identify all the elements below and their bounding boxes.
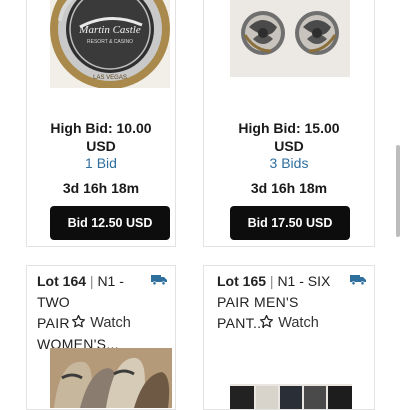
- coin-image[interactable]: Martin Castle RESORT & CASINO LAS VEGAS: [50, 0, 170, 88]
- bid-count-link[interactable]: 3 Bids: [204, 155, 374, 171]
- lot-title-line1: N1 - SIX: [277, 273, 331, 289]
- svg-text:RESORT & CASINO: RESORT & CASINO: [87, 39, 133, 45]
- lot-card-earrings[interactable]: High Bid: 15.00 USD 3 Bids 3d 16h 18m Bid…: [203, 0, 375, 247]
- bid-button[interactable]: Bid 17.50 USD: [230, 206, 350, 240]
- star-outline-icon: [72, 314, 86, 328]
- watch-button[interactable]: Watch: [204, 314, 374, 331]
- lot-title[interactable]: Lot 164 | N1 - TWO PAIR WOMEN'S...: [37, 271, 151, 355]
- lot-number: Lot 164: [37, 273, 87, 289]
- pants-image[interactable]: [230, 384, 352, 410]
- high-bid-label: High Bid: 10.00 USD: [50, 120, 152, 154]
- scrollbar-thumb[interactable]: [396, 145, 400, 237]
- high-bid-label: High Bid: 15.00 USD: [238, 120, 340, 154]
- time-left: 3d 16h 18m: [62, 180, 140, 196]
- lot-number: Lot 165: [217, 273, 267, 289]
- shoes-image[interactable]: [50, 348, 172, 408]
- bid-button[interactable]: Bid 12.50 USD: [50, 206, 170, 240]
- lot-card-coin[interactable]: Martin Castle RESORT & CASINO LAS VEGAS …: [26, 0, 176, 247]
- lot-card-165[interactable]: Lot 165 | N1 - SIX PAIR MEN'S PANT... Wa…: [203, 265, 375, 410]
- truck-icon: [350, 275, 366, 285]
- time-left: 3d 16h 18m: [250, 180, 328, 196]
- svg-text:LAS VEGAS: LAS VEGAS: [93, 75, 127, 81]
- earrings-image[interactable]: [230, 0, 350, 77]
- bid-count-link[interactable]: 1 Bid: [27, 155, 175, 171]
- truck-icon: [151, 275, 167, 285]
- star-outline-icon: [260, 314, 274, 328]
- lot-card-164[interactable]: Lot 164 | N1 - TWO PAIR WOMEN'S... Watch: [26, 265, 176, 410]
- svg-text:Martin Castle: Martin Castle: [78, 24, 141, 36]
- watch-button[interactable]: Watch: [27, 314, 175, 331]
